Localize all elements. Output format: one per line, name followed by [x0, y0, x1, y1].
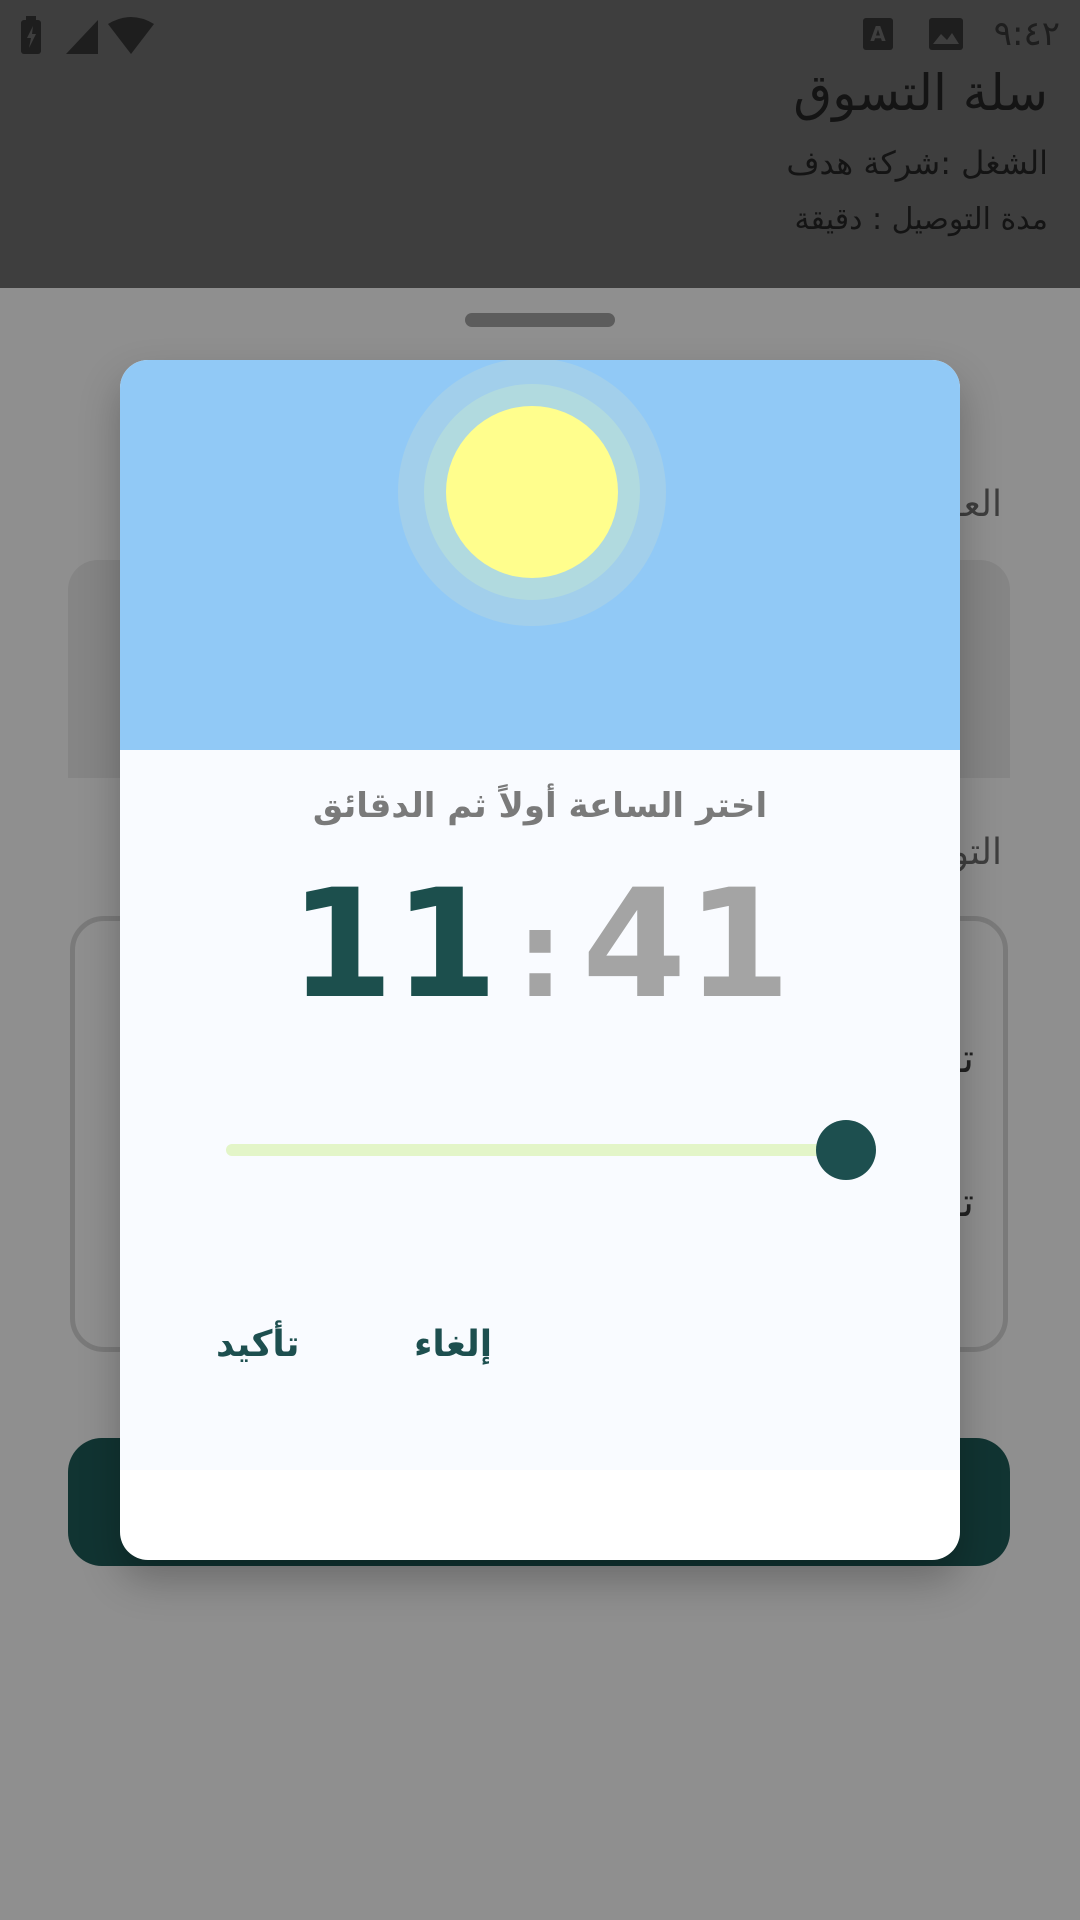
instruction-text: اختر الساعة أولاً ثم الدقائق — [312, 786, 768, 826]
keyboard-icon: A — [863, 18, 893, 50]
page-title: سلة التسوق — [793, 64, 1048, 122]
minute-value[interactable]: 41 — [582, 858, 791, 1032]
slider-thumb[interactable] — [816, 1120, 876, 1180]
wifi-icon — [108, 17, 154, 54]
section-label: العـ — [953, 484, 1002, 525]
slider-track[interactable] — [226, 1144, 846, 1156]
status-bar: A ٩:٤٢ — [0, 0, 1080, 70]
time-picker-dialog: اختر الساعة أولاً ثم الدقائق 11:41 تأكيد… — [120, 360, 960, 1560]
svg-text:A: A — [870, 22, 886, 46]
status-time: ٩:٤٢ — [993, 14, 1060, 54]
cancel-button[interactable]: إلغاء — [414, 1324, 492, 1365]
image-icon — [929, 18, 963, 50]
sky-illustration — [120, 360, 960, 750]
delivery-time-line: مدة التوصيل : دقيقة — [794, 202, 1048, 237]
sheet-drag-handle[interactable] — [465, 313, 615, 327]
company-line: الشغل :شركة هدف — [786, 144, 1048, 182]
time-display: 11:41 — [120, 860, 960, 1041]
sun-icon — [446, 406, 618, 578]
app-header: A ٩:٤٢ سلة التسوق الشغل :شركة هدف مدة ال… — [0, 0, 1080, 288]
dialog-body: اختر الساعة أولاً ثم الدقائق 11:41 تأكيد… — [120, 750, 960, 1470]
hour-value[interactable]: 11 — [289, 858, 498, 1032]
confirm-button[interactable]: تأكيد — [216, 1324, 299, 1365]
time-separator: : — [516, 886, 564, 1025]
signal-icon — [66, 20, 98, 54]
battery-icon — [21, 16, 41, 54]
